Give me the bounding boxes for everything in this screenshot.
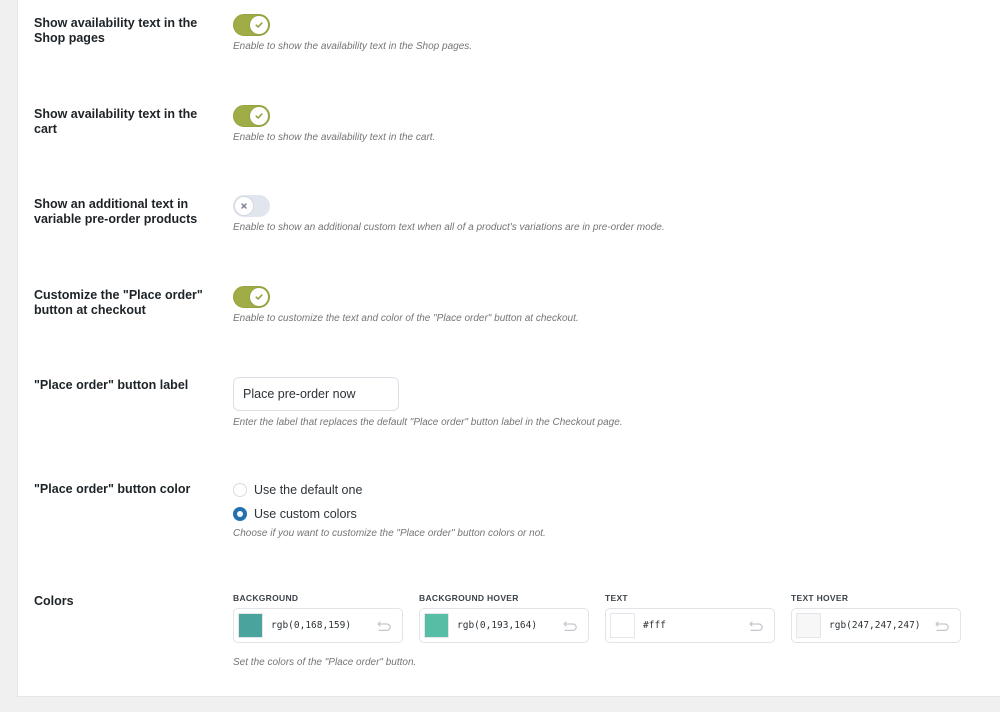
radio-button[interactable]: [233, 483, 247, 497]
radio-option-default[interactable]: Use the default one: [233, 480, 546, 500]
setting-label: Show availability text in the Shop pages: [34, 16, 198, 45]
cart-availability-toggle[interactable]: [233, 105, 270, 127]
color-caption: BACKGROUND: [233, 593, 299, 603]
color-picker[interactable]: rgb(247,247,247): [791, 608, 961, 643]
undo-icon[interactable]: [562, 620, 578, 632]
color-value[interactable]: #fff: [643, 620, 748, 631]
check-icon: [250, 107, 268, 125]
color-field-background-hover: BACKGROUND HOVER rgb(0,193,164): [419, 593, 589, 643]
setting-description: Enter the label that replaces the defaul…: [233, 417, 623, 428]
setting-description: Set the colors of the "Place order" butt…: [233, 657, 417, 668]
color-caption: TEXT: [605, 593, 628, 603]
setting-description: Enable to show the availability text in …: [233, 41, 473, 52]
color-picker[interactable]: rgb(0,193,164): [419, 608, 589, 643]
customize-place-order-toggle[interactable]: [233, 286, 270, 308]
place-order-label-input[interactable]: [233, 377, 399, 411]
setting-label: Customize the "Place order" button at ch…: [34, 288, 203, 317]
setting-description: Enable to customize the text and color o…: [233, 313, 579, 324]
color-field-text-hover: TEXT HOVER rgb(247,247,247): [791, 593, 961, 643]
color-value[interactable]: rgb(0,168,159): [271, 620, 376, 631]
color-picker[interactable]: rgb(0,168,159): [233, 608, 403, 643]
setting-label: "Place order" button label: [34, 378, 189, 392]
radio-button[interactable]: [233, 507, 247, 521]
setting-label: Colors: [34, 594, 74, 608]
color-value[interactable]: rgb(247,247,247): [829, 620, 934, 631]
color-caption: BACKGROUND HOVER: [419, 593, 519, 603]
color-swatch[interactable]: [424, 613, 449, 638]
color-swatch[interactable]: [796, 613, 821, 638]
setting-description: Enable to show the availability text in …: [233, 132, 436, 143]
shop-availability-toggle[interactable]: [233, 14, 270, 36]
variable-text-toggle[interactable]: [233, 195, 270, 217]
undo-icon[interactable]: [376, 620, 392, 632]
color-picker[interactable]: #fff: [605, 608, 775, 643]
setting-label: Show an additional text in variable pre-…: [34, 197, 198, 226]
radio-label: Use custom colors: [254, 507, 357, 521]
settings-panel: Show availability text in the Shop pages…: [17, 0, 1000, 697]
setting-label: "Place order" button color: [34, 482, 191, 496]
setting-description: Enable to show an additional custom text…: [233, 222, 665, 233]
color-value[interactable]: rgb(0,193,164): [457, 620, 562, 631]
color-swatch[interactable]: [610, 613, 635, 638]
setting-label: Show availability text in the cart: [34, 107, 198, 136]
check-icon: [250, 16, 268, 34]
color-caption: TEXT HOVER: [791, 593, 849, 603]
x-icon: [235, 197, 253, 215]
setting-description: Choose if you want to customize the "Pla…: [233, 528, 546, 539]
color-field-text: TEXT #fff: [605, 593, 775, 643]
color-field-background: BACKGROUND rgb(0,168,159): [233, 593, 403, 643]
undo-icon[interactable]: [934, 620, 950, 632]
radio-option-custom[interactable]: Use custom colors: [233, 504, 546, 524]
check-icon: [250, 288, 268, 306]
radio-label: Use the default one: [254, 483, 363, 497]
undo-icon[interactable]: [748, 620, 764, 632]
color-swatch[interactable]: [238, 613, 263, 638]
